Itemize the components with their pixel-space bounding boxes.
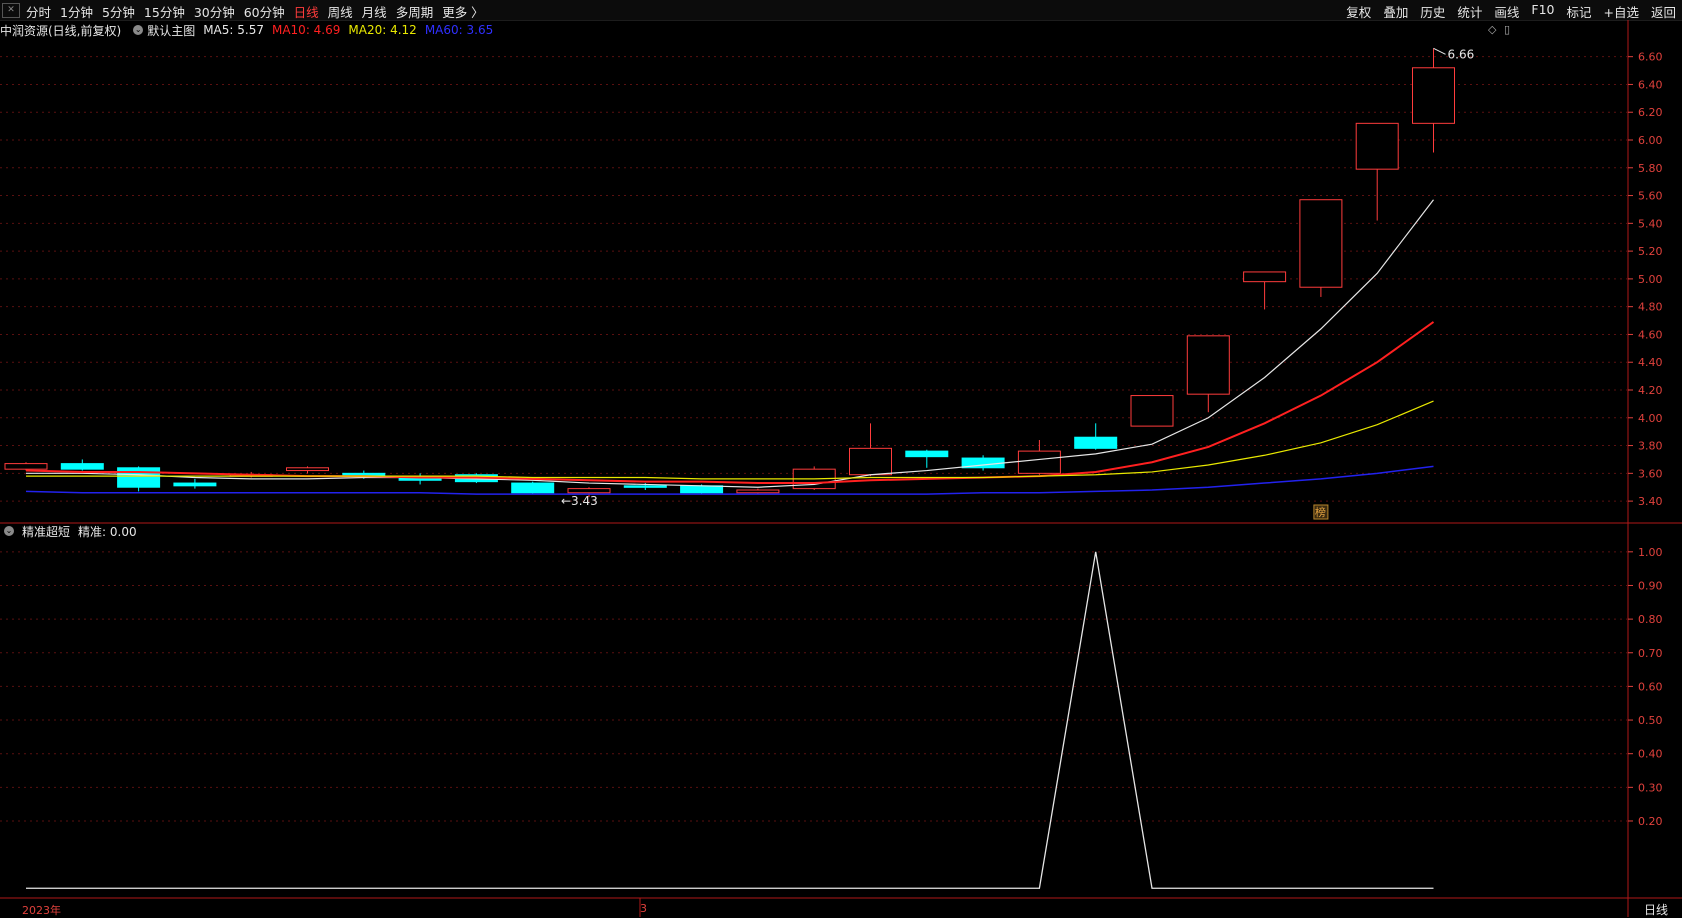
candle-body xyxy=(60,463,104,470)
xaxis-label-year: 2023年 xyxy=(22,904,61,917)
y-tick-label: 0.30 xyxy=(1638,781,1663,794)
badge-label: 榜 xyxy=(1315,505,1326,519)
y-tick-label: 5.40 xyxy=(1638,217,1663,230)
y-tick-label: 0.70 xyxy=(1638,647,1663,660)
y-tick-label: 3.60 xyxy=(1638,467,1663,480)
y-tick-label: 0.60 xyxy=(1638,680,1663,693)
ma-line-ma60 xyxy=(25,465,1434,495)
precision-line xyxy=(26,551,1434,889)
candle-body xyxy=(1243,271,1287,283)
y-tick-label: 0.50 xyxy=(1638,714,1663,727)
y-tick-label: 3.80 xyxy=(1638,440,1663,453)
y-tick-label: 0.80 xyxy=(1638,613,1663,626)
y-tick-label: 5.00 xyxy=(1638,273,1663,286)
candle-body xyxy=(117,467,161,488)
candle-body xyxy=(1299,199,1343,288)
y-tick-label: 6.20 xyxy=(1638,106,1663,119)
y-tick-label: 4.80 xyxy=(1638,301,1663,314)
candle-body xyxy=(511,482,555,494)
y-tick-label: 4.40 xyxy=(1638,356,1663,369)
y-tick-label: 4.60 xyxy=(1638,328,1663,341)
candle-body xyxy=(286,467,329,472)
y-tick-label: 1.00 xyxy=(1638,546,1663,559)
y-tick-label: 5.60 xyxy=(1638,190,1663,203)
y-tick-label: 5.80 xyxy=(1638,162,1663,175)
y-tick-label: 0.40 xyxy=(1638,748,1663,761)
candle-body xyxy=(1017,450,1061,474)
period-indicator: 日线 xyxy=(1643,903,1668,917)
kline-chart[interactable]: 3.40 3.60 3.80 4.00 4.20 4.40 4.60 4.80 5.00 5.20… xyxy=(0,0,1682,917)
candle-body xyxy=(4,463,48,470)
y-tick-label: 3.40 xyxy=(1638,495,1663,508)
candle-body xyxy=(173,482,217,487)
y-tick-label: 0.90 xyxy=(1638,579,1663,592)
candle-body xyxy=(567,488,611,494)
y-tick-label: 6.60 xyxy=(1638,51,1663,64)
y-tick-label: 5.20 xyxy=(1638,245,1663,258)
candle-body xyxy=(680,485,724,494)
y-tick-label: 0.20 xyxy=(1638,815,1663,828)
low-marker-label: ←3.43 xyxy=(561,494,598,508)
high-marker-label: 6.66 xyxy=(1448,47,1475,61)
high-marker-arrow xyxy=(1433,47,1446,55)
candle-body xyxy=(849,447,892,476)
candle-body xyxy=(736,489,780,494)
candle-body xyxy=(1130,395,1174,427)
candle-body xyxy=(1074,436,1118,449)
xaxis-label-month: 3 xyxy=(640,902,647,915)
y-tick-label: 6.00 xyxy=(1638,134,1663,147)
candle-body xyxy=(1186,335,1230,395)
y-tick-label: 6.40 xyxy=(1638,78,1663,91)
y-tick-label: 4.00 xyxy=(1638,412,1663,425)
candle-body xyxy=(623,485,667,488)
candle-body xyxy=(905,450,949,458)
y-tick-label: 4.20 xyxy=(1638,384,1663,397)
candle-body xyxy=(1355,122,1399,170)
candle-body xyxy=(1412,67,1455,124)
